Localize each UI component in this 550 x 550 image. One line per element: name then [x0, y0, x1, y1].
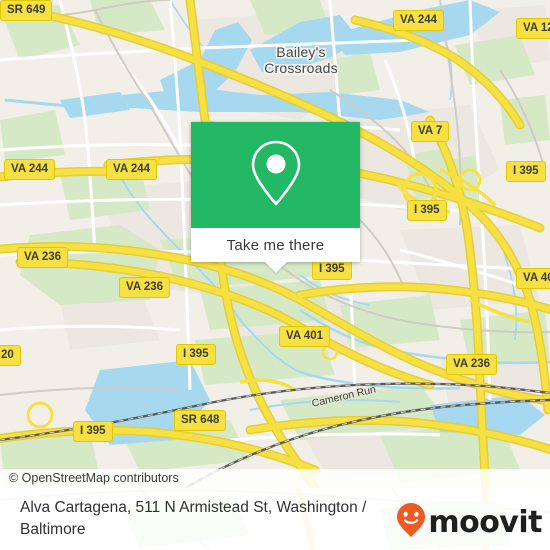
- moovit-logo[interactable]: moovit: [396, 502, 542, 543]
- location-callout-card[interactable]: Take me there: [191, 122, 360, 273]
- callout-icon-area: [191, 122, 360, 228]
- road-shield-va-120: VA 120: [516, 18, 550, 39]
- road-shield-i-395: I 395: [73, 421, 113, 442]
- take-me-there-label: Take me there: [226, 236, 325, 254]
- road-shield-va-236: VA 236: [17, 247, 69, 268]
- road-shield-i-395: I 395: [407, 200, 447, 221]
- map-attribution-bar: © OpenStreetMap contributors: [0, 469, 550, 488]
- road-shield-va-7: VA 7: [411, 121, 450, 142]
- road-shield-va-244: VA 244: [106, 159, 158, 180]
- location-address-text: Alva Cartagena, 511 N Armistead St, Wash…: [20, 499, 367, 538]
- map-pin-icon: [247, 138, 305, 213]
- map-share-card: Bailey's Crossroads SR 649 VA 244 VA 120…: [0, 0, 550, 550]
- road-shield-va-244: VA 244: [4, 159, 56, 180]
- road-shield-va-120-partial: 20: [0, 345, 21, 366]
- callout-pointer-tail: [264, 262, 287, 273]
- footer-bar: Alva Cartagena, 511 N Armistead St, Wash…: [0, 488, 550, 550]
- moovit-pin-smiley-icon: [396, 502, 426, 543]
- road-shield-i-395: I 395: [176, 344, 216, 365]
- road-shield-va-401: VA 401: [279, 326, 331, 347]
- road-shield-sr-648: SR 648: [174, 410, 227, 431]
- road-shield-i-395: I 395: [506, 161, 546, 182]
- road-shield-va-402: VA 402: [516, 268, 550, 289]
- map-canvas[interactable]: Bailey's Crossroads SR 649 VA 244 VA 120…: [0, 0, 550, 488]
- road-shield-va-236: VA 236: [446, 354, 498, 375]
- road-shield-sr-649: SR 649: [0, 0, 53, 21]
- road-shield-i-395: I 395: [312, 259, 352, 280]
- callout-action-area[interactable]: Take me there: [191, 228, 360, 262]
- moovit-wordmark: moovit: [428, 504, 542, 540]
- road-shield-va-236: VA 236: [119, 277, 171, 298]
- attribution-text[interactable]: © OpenStreetMap contributors: [9, 471, 179, 485]
- road-shield-va-244: VA 244: [393, 10, 445, 31]
